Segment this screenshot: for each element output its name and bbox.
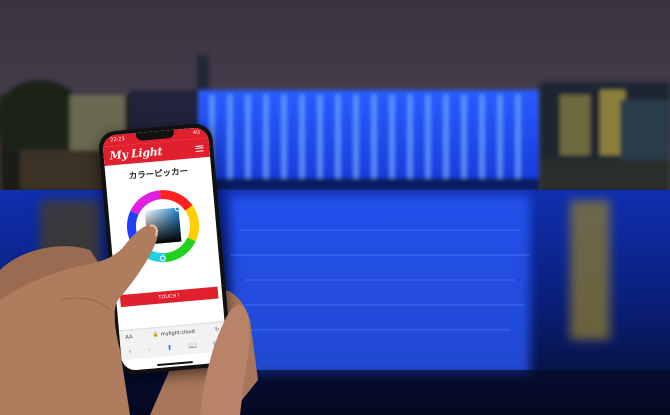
page-title: カラーピッカー [128,166,189,182]
text-size-button[interactable]: AA [125,334,132,341]
app-logo[interactable]: My Light [109,145,163,163]
url-text: mylight.cloud [160,328,196,338]
status-signal: 4G [192,129,201,137]
tabs-icon[interactable]: ⧉ [213,339,219,348]
forward-icon[interactable]: › [147,346,150,354]
saturation-square[interactable] [144,207,182,245]
photo-scene: 22:23 4G My Light カラーピッカー TOUCH ! AA 🔒 m… [0,0,670,415]
back-icon[interactable]: ‹ [129,347,132,355]
home-indicator [157,360,194,367]
share-icon[interactable]: ⬆ [166,344,173,352]
color-picker[interactable] [121,184,206,269]
smartphone: 22:23 4G My Light カラーピッカー TOUCH ! AA 🔒 m… [97,122,233,376]
bookmarks-icon[interactable]: 📖 [188,342,197,351]
phone-screen: 22:23 4G My Light カラーピッカー TOUCH ! AA 🔒 m… [101,126,229,372]
lock-icon: 🔒 [152,331,160,338]
hamburger-menu-icon[interactable] [195,144,204,152]
reload-icon[interactable]: ↻ [215,326,220,332]
night-harbor-photo [0,0,670,415]
touch-button[interactable]: TOUCH ! [119,286,219,308]
url-field[interactable]: 🔒 mylight.cloud [152,328,195,338]
